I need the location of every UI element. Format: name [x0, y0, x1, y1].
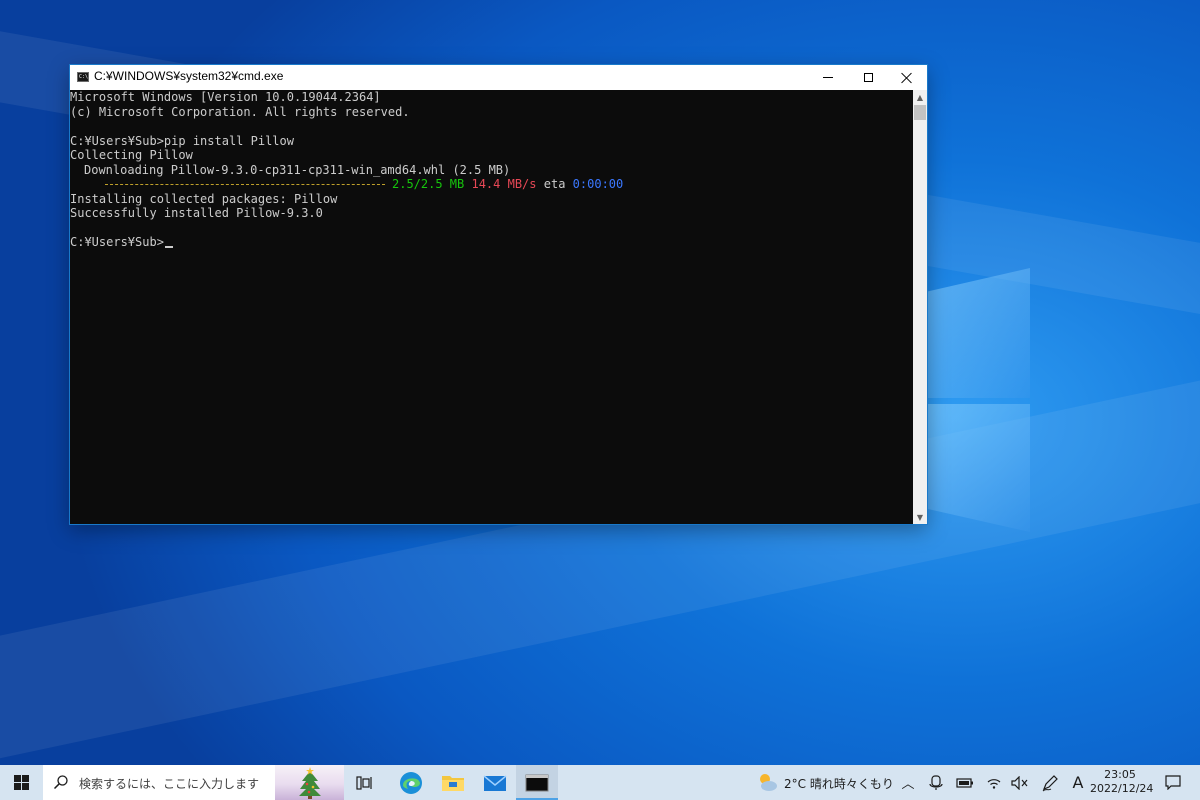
progress-size: 2.5/2.5 MB	[392, 177, 465, 191]
cmd-app-icon: C:\	[77, 72, 89, 82]
edge-taskbar-button[interactable]	[390, 765, 432, 800]
terminal-icon	[525, 774, 549, 791]
cmd-taskbar-button[interactable]	[516, 765, 558, 800]
console-prompt: C:¥Users¥Sub>	[70, 235, 164, 249]
console-line: Successfully installed Pillow-9.3.0	[70, 206, 323, 220]
cmd-window[interactable]: C:\ C:¥WINDOWS¥system32¥cmd.exe Microsof…	[70, 65, 927, 524]
windows-logo-icon	[14, 775, 29, 790]
wifi-icon[interactable]	[985, 765, 1003, 800]
ime-mode-indicator[interactable]: A	[1068, 765, 1088, 800]
pen-workspace-icon[interactable]	[1040, 765, 1060, 800]
minimize-icon	[823, 77, 833, 78]
minimize-button[interactable]	[808, 65, 848, 90]
edge-icon	[400, 771, 422, 794]
volume-muted-icon[interactable]	[1010, 765, 1030, 800]
notification-center-button[interactable]	[1158, 765, 1188, 800]
console-line: Collecting Pillow	[70, 148, 193, 162]
close-icon	[901, 72, 913, 84]
console-output[interactable]: Microsoft Windows [Version 10.0.19044.23…	[70, 90, 913, 524]
console-prompt-line[interactable]: C:¥Users¥Sub>	[70, 235, 173, 250]
weather-text[interactable]: 2°C 晴れ時々くもり	[784, 775, 894, 792]
scrollbar-thumb[interactable]	[914, 105, 926, 120]
maximize-icon	[863, 73, 873, 82]
start-button[interactable]	[0, 765, 43, 800]
wallpaper-logo-pane	[928, 268, 1030, 398]
file-explorer-taskbar-button[interactable]	[432, 765, 474, 800]
console-line: (c) Microsoft Corporation. All rights re…	[70, 104, 410, 119]
weather-icon[interactable]	[756, 771, 778, 793]
progress-speed: 14.4 MB/s	[471, 177, 537, 191]
folder-icon	[442, 775, 464, 791]
taskbar-clock[interactable]: 23:05 2022/12/24	[1090, 768, 1154, 796]
notification-icon	[1165, 775, 1181, 790]
scroll-down-icon[interactable]: ▼	[913, 510, 927, 524]
search-placeholder: 検索するには、ここに入力します	[79, 777, 260, 791]
clock-time: 23:05	[1104, 768, 1136, 781]
console-line: Downloading Pillow-9.3.0-cp311-cp311-win…	[84, 162, 511, 177]
search-icon	[53, 775, 68, 790]
close-button[interactable]	[887, 65, 927, 90]
console-line: C:¥Users¥Sub>pip install Pillow	[70, 133, 294, 148]
meet-now-icon[interactable]	[926, 765, 946, 800]
task-view-button[interactable]	[344, 765, 386, 800]
titlebar[interactable]: C:\ C:¥WINDOWS¥system32¥cmd.exe	[70, 65, 927, 90]
show-hidden-icons-icon[interactable]: ︿	[900, 765, 916, 800]
console-line: Installing collected packages: Pillow	[70, 191, 338, 206]
window-title: C:¥WINDOWS¥system32¥cmd.exe	[94, 69, 284, 83]
mail-icon	[483, 774, 507, 791]
progress-eta: 0:00:00	[572, 177, 624, 191]
mail-taskbar-button[interactable]	[474, 765, 516, 800]
maximize-button[interactable]	[848, 65, 888, 90]
progress-eta-label: eta	[543, 177, 566, 191]
console-line: Microsoft Windows [Version 10.0.19044.23…	[70, 90, 381, 104]
text-cursor	[164, 246, 173, 248]
scroll-up-icon[interactable]: ▲	[913, 90, 927, 104]
taskbar: 検索するには、ここに入力します 2°C 晴れ時々くもり ︿ A 23:05 20…	[0, 765, 1200, 800]
desktop: C:\ C:¥WINDOWS¥system32¥cmd.exe Microsof…	[0, 0, 1200, 800]
battery-icon[interactable]	[954, 765, 976, 800]
christmas-tree-icon	[299, 767, 321, 799]
taskbar-search-box[interactable]: 検索するには、ここに入力します	[43, 765, 344, 800]
clock-date: 2022/12/24	[1090, 782, 1154, 795]
task-view-icon	[356, 775, 372, 790]
vertical-scrollbar[interactable]: ▲ ▼	[913, 90, 927, 524]
progress-line: 2.5/2.5 MB 14.4 MB/s eta 0:00:00	[70, 177, 623, 192]
